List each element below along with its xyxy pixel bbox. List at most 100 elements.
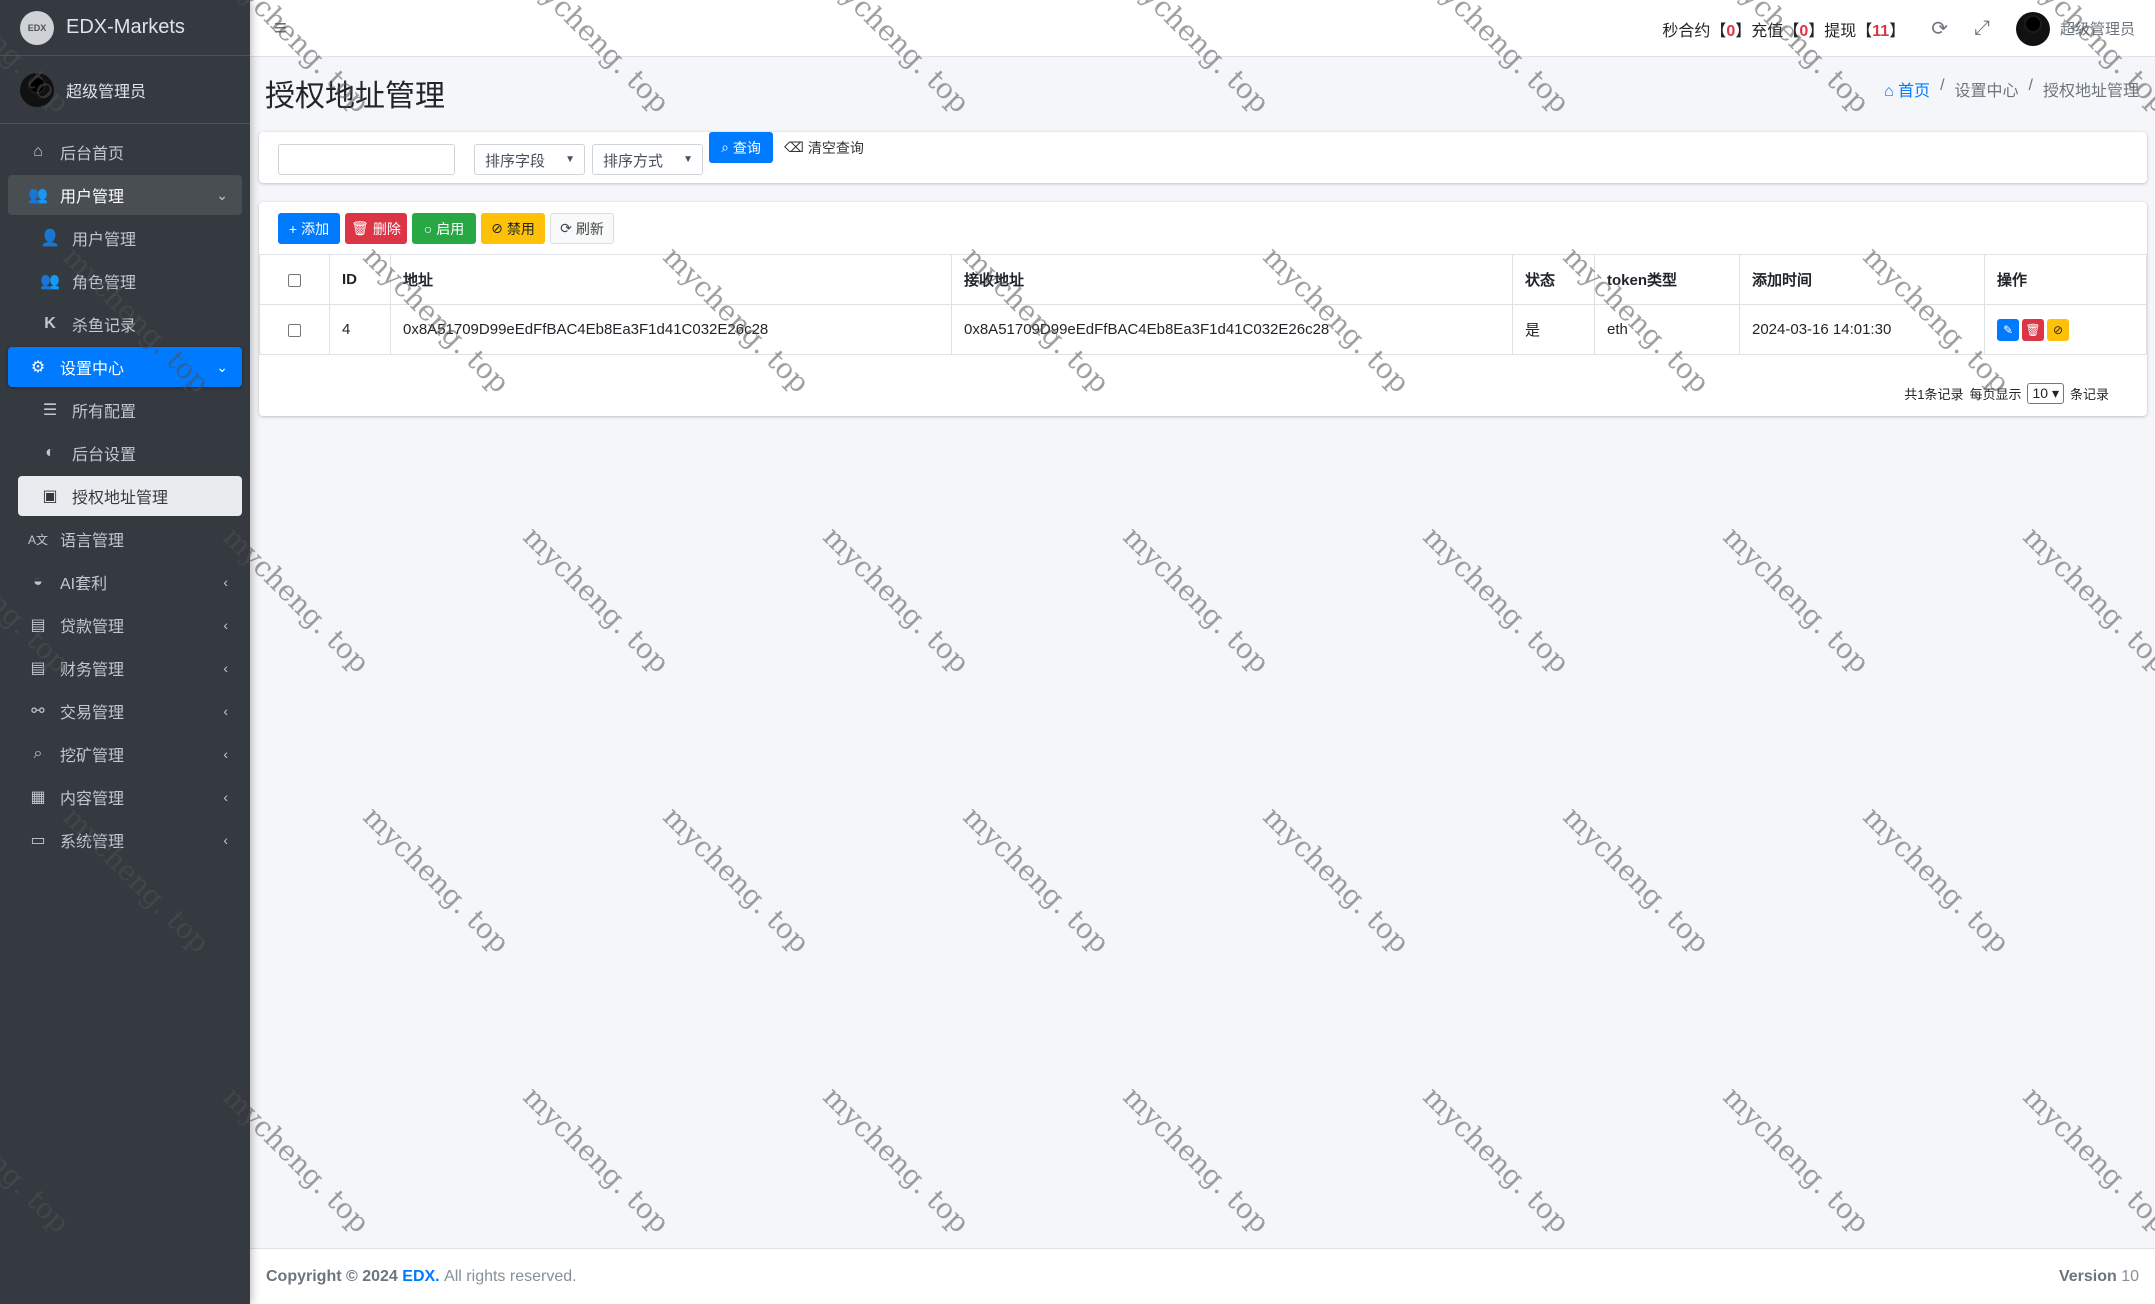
cogs-icon: ⚙ (30, 359, 46, 376)
table-row: 4 0x8A51709D99eEdFfBAC4Eb8Ea3F1d41C032E2… (259, 304, 2147, 355)
brand[interactable]: EDX EDX-Markets (0, 0, 250, 56)
money-icon: ▤ (30, 617, 46, 634)
refresh-icon[interactable]: ⟳ (1931, 16, 1948, 41)
add-button[interactable]: + 添加 (278, 213, 340, 244)
refresh-button[interactable]: ⟳ 刷新 (550, 213, 614, 244)
header-stats[interactable]: 秒合约【0】充值【0】提现【11】 (1662, 17, 1905, 41)
sidebar-item-label: 内容管理 (60, 791, 125, 808)
row-checkbox[interactable] (288, 323, 301, 337)
breadcrumb-separator: / (1940, 77, 1945, 94)
select-all-checkbox[interactable] (288, 273, 301, 287)
sidebar-item-finance[interactable]: ▤ 财务管理 ‹ (8, 648, 242, 688)
query-button[interactable]: ⌕ 查询 (709, 132, 773, 163)
watermark-text: mycheng. top (516, 1080, 677, 1240)
per-page-select[interactable]: 10 ▾ (2027, 383, 2064, 404)
sidebar-item-label: 用户管理 (60, 189, 125, 206)
sidebar-item-users[interactable]: 👤 用户管理 (8, 218, 242, 258)
watermark-text: mycheng. top (2016, 520, 2155, 680)
sidebar-user-name: 超级管理员 (66, 83, 147, 101)
col-address[interactable]: 地址 (390, 254, 952, 305)
sidebar-item-all-config[interactable]: ☰ 所有配置 (8, 390, 242, 430)
clear-query-button[interactable]: ⌫ 清空查询 (779, 132, 869, 163)
avatar (20, 72, 54, 107)
delete-label: 删除 (372, 220, 401, 237)
sidebar-item-settings-center[interactable]: ⚙ 设置中心 ⌄ (8, 347, 242, 387)
sidebar-item-trading[interactable]: ⚯ 交易管理 ‹ (8, 691, 242, 731)
delete-button[interactable]: 🗑 删除 (345, 213, 407, 244)
sidebar-item-dashboard[interactable]: ⌂ 后台首页 (8, 132, 242, 172)
search-icon: ⌕ (721, 139, 729, 155)
user-panel[interactable]: 超级管理员 (0, 56, 250, 124)
sidebar-item-system[interactable]: ▭ 系统管理 ‹ (8, 820, 242, 860)
stat-label: 秒合约 (1662, 22, 1711, 40)
sort-field-select[interactable]: 排序字段 ▼ (474, 144, 585, 175)
android-icon: ◒ (33, 573, 43, 590)
circle-icon: ○ (423, 220, 433, 237)
sidebar-item-label: 角色管理 (72, 275, 137, 292)
sidebar-item-label: 系统管理 (60, 834, 125, 851)
sidebar-nav: ⌂ 后台首页 👥 用户管理 ⌄ 👤 用户管理 👥 角色管理 K 杀鱼记录 ⚙ 设… (0, 124, 250, 871)
breadcrumb-level3: 授权地址管理 (2042, 83, 2139, 100)
cell-time: 2024-03-16 14:01:30 (1739, 304, 1985, 355)
sidebar-item-auth-address[interactable]: ▣ 授权地址管理 (18, 476, 242, 516)
sort-order-value: 排序方式 (603, 153, 664, 170)
col-receive-address[interactable]: 接收地址 (951, 254, 1513, 305)
k-icon: K (44, 315, 56, 332)
sidebar-item-ai-arbitrage[interactable]: ◒ AI套利 ‹ (8, 562, 242, 602)
chevron-left-icon: ‹ (223, 617, 228, 633)
sidebar-item-label: 用户管理 (72, 232, 137, 249)
sidebar-item-label: AI套利 (60, 576, 108, 593)
chevron-left-icon: ‹ (223, 574, 228, 590)
chevron-down-icon: ⌄ (216, 186, 228, 203)
query-label: 查询 (732, 139, 761, 156)
cell-receive-address: 0x8A51709D99eEdFfBAC4Eb8Ea3F1d41C032E26c… (951, 304, 1513, 355)
exchange-icon: ⚯ (31, 703, 45, 720)
sidebar-item-mining[interactable]: ⌕ 挖矿管理 ‹ (8, 734, 242, 774)
watermark-text: mycheng. top (1116, 520, 1277, 680)
sidebar-item-roles[interactable]: 👥 角色管理 (8, 261, 242, 301)
sidebar-item-label: 交易管理 (60, 705, 125, 722)
avatar[interactable] (2015, 11, 2050, 46)
watermark-text: mycheng. top (1556, 800, 1717, 960)
sidebar-item-language[interactable]: A文 语言管理 (8, 519, 242, 559)
newspaper-icon: ▦ (30, 789, 46, 806)
watermark-text: mycheng. top (1716, 520, 1877, 680)
breadcrumb-home[interactable]: ⌂ 首页 (1884, 77, 1930, 101)
top-navbar: ≡ 秒合约【0】充值【0】提现【11】 ⟳ ⤢ 超级管理员 (250, 0, 2155, 57)
watermark-text: mycheng. top (956, 800, 1117, 960)
brand-logo: EDX (20, 10, 54, 45)
menu-toggle-icon[interactable]: ≡ (274, 15, 287, 41)
users-icon: 👥 (40, 273, 60, 290)
half-circle-icon: ◐ (45, 444, 55, 461)
col-status[interactable]: 状态 (1512, 254, 1595, 305)
watermark-text: mycheng. top (2016, 1080, 2155, 1240)
data-table: ID 地址 接收地址 状态 token类型 添加时间 操作 4 0x8A5170… (259, 254, 2147, 355)
search-input[interactable] (278, 144, 455, 175)
enable-button[interactable]: ○ 启用 (412, 213, 476, 244)
breadcrumb-level2[interactable]: 设置中心 (1955, 77, 2019, 101)
sidebar-item-content[interactable]: ▦ 内容管理 ‹ (8, 777, 242, 817)
row-select-cell (259, 304, 330, 355)
pager-total: 共1条记录 (1904, 387, 1964, 402)
stat-value: 0 (1799, 22, 1809, 40)
sidebar-item-user-management[interactable]: 👥 用户管理 ⌄ (8, 175, 242, 215)
edit-icon[interactable]: ✎ (1997, 318, 2019, 341)
breadcrumb-separator: / (2028, 77, 2033, 94)
sort-order-select[interactable]: 排序方式 ▼ (592, 144, 703, 175)
ban-icon[interactable]: ⊘ (2047, 318, 2069, 341)
col-token[interactable]: token类型 (1594, 254, 1740, 305)
footer-brand-link[interactable]: EDX. (402, 1268, 439, 1286)
sidebar-item-admin-settings[interactable]: ◐ 后台设置 (8, 433, 242, 473)
watermark-text: mycheng. top (1716, 1080, 1877, 1240)
brand-name: EDX-Markets (66, 16, 185, 38)
filter-card: 排序字段 ▼ 排序方式 ▼ ⌕ 查询 ⌫ 清空查询 (259, 132, 2147, 183)
disable-button[interactable]: ⊘ 禁用 (481, 213, 545, 244)
sidebar-item-loans[interactable]: ▤ 贷款管理 ‹ (8, 605, 242, 645)
trash-icon[interactable]: 🗑 (2022, 318, 2044, 341)
col-id[interactable]: ID (329, 254, 391, 305)
sidebar-item-kill-records[interactable]: K 杀鱼记录 (8, 304, 242, 344)
fullscreen-icon[interactable]: ⤢ (1974, 17, 1990, 40)
header-user-name[interactable]: 超级管理员 (2060, 18, 2135, 39)
version-label: Version (2058, 1267, 2117, 1285)
col-time[interactable]: 添加时间 (1739, 254, 1985, 305)
